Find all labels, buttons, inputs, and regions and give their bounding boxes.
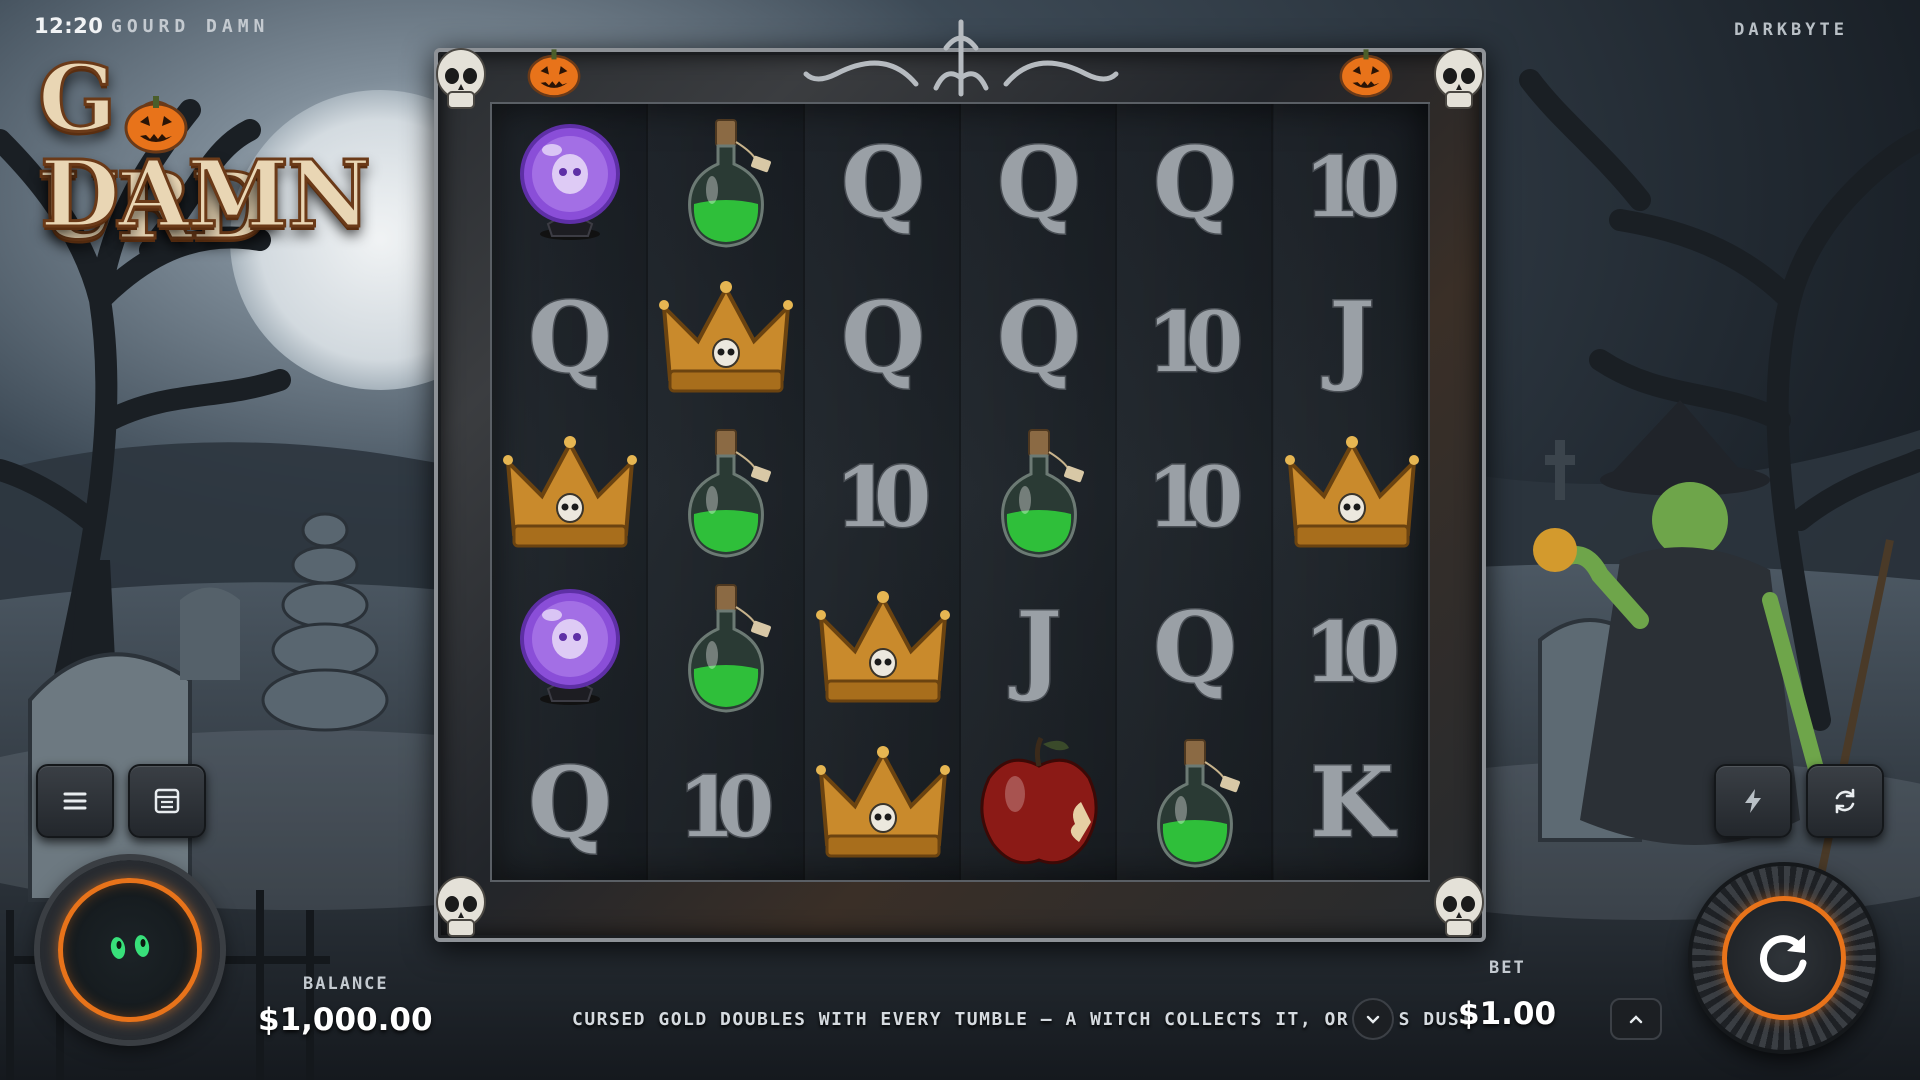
skull-icon bbox=[436, 48, 486, 109]
potion-icon bbox=[654, 109, 799, 254]
svg-text:Q: Q bbox=[528, 281, 612, 394]
svg-text:Q: Q bbox=[1154, 126, 1238, 239]
apple-icon bbox=[967, 730, 1112, 875]
skull-icon bbox=[1434, 876, 1484, 937]
svg-text:10: 10 bbox=[1147, 450, 1243, 546]
menu-button[interactable] bbox=[36, 764, 114, 838]
game-logo: GURD DAMN bbox=[30, 40, 372, 262]
paytable-icon bbox=[154, 788, 180, 814]
game-name: GOURD DAMN bbox=[111, 16, 270, 37]
spin-icon bbox=[1760, 935, 1807, 983]
chevron-up-icon bbox=[1629, 1015, 1643, 1024]
spin-button[interactable] bbox=[1692, 866, 1876, 1050]
reel-2: 10 bbox=[648, 104, 805, 880]
buy-feature-button[interactable] bbox=[40, 860, 220, 1040]
glowing-eyes-icon bbox=[110, 935, 150, 959]
reel-4: QQ J bbox=[960, 104, 1118, 880]
reel-grid: Q Q 10 Q Q 10 Q Q J Q 10 10 Q 10 J 10 K bbox=[490, 102, 1430, 882]
symbol-q: Q bbox=[498, 730, 643, 875]
svg-text:Q: Q bbox=[841, 126, 925, 239]
potion-icon bbox=[967, 419, 1112, 564]
skull-icon bbox=[1434, 48, 1484, 109]
symbol-10: 10 bbox=[1279, 575, 1424, 720]
autoplay-button[interactable] bbox=[1806, 764, 1884, 838]
svg-text:J: J bbox=[1008, 591, 1061, 704]
crystal-ball-icon bbox=[498, 575, 643, 720]
reel-5: Q 10 10 Q bbox=[1117, 104, 1274, 880]
symbol-k: K bbox=[1279, 730, 1424, 875]
logo-letter-g: G bbox=[37, 43, 119, 154]
turbo-icon bbox=[1745, 789, 1761, 813]
symbol-j: J bbox=[1279, 264, 1424, 409]
symbol-q: Q bbox=[810, 264, 955, 409]
svg-text:10: 10 bbox=[1147, 295, 1243, 391]
symbol-10: 10 bbox=[1123, 419, 1268, 564]
potion-icon bbox=[654, 575, 799, 720]
reel-6: 10 J 10 K bbox=[1273, 104, 1430, 880]
crown-icon bbox=[810, 730, 955, 875]
studio-name: DARKBYTE bbox=[1734, 20, 1848, 40]
bet-value: $1.00 bbox=[1458, 996, 1557, 1032]
svg-text:J: J bbox=[1321, 281, 1374, 394]
logo-line-2: DAMN bbox=[38, 139, 372, 250]
info-ticker: CURSED GOLD DOUBLES WITH EVERY TUMBLE — … bbox=[572, 1009, 1473, 1030]
svg-text:Q: Q bbox=[1154, 591, 1238, 704]
fleur-ornament bbox=[803, 19, 1119, 97]
symbol-10: 10 bbox=[1279, 109, 1424, 254]
symbol-q: Q bbox=[967, 109, 1112, 254]
clock: 12:20 bbox=[34, 14, 104, 38]
symbol-q: Q bbox=[810, 109, 955, 254]
svg-text:Q: Q bbox=[997, 281, 1081, 394]
symbol-q: Q bbox=[967, 264, 1112, 409]
turbo-button[interactable] bbox=[1714, 764, 1792, 838]
crown-icon bbox=[654, 264, 799, 409]
chevron-down-icon bbox=[1366, 1015, 1380, 1024]
crystal-ball-icon bbox=[498, 109, 643, 254]
reel-3: Q Q 10 bbox=[804, 104, 961, 880]
pumpkin-icon bbox=[1339, 49, 1393, 98]
svg-text:Q: Q bbox=[528, 746, 612, 859]
symbol-q: Q bbox=[498, 264, 643, 409]
crown-icon bbox=[810, 575, 955, 720]
bet-label: BET bbox=[1489, 958, 1526, 978]
svg-text:10: 10 bbox=[835, 450, 931, 546]
svg-text:10: 10 bbox=[678, 760, 774, 856]
potion-icon bbox=[1123, 730, 1268, 875]
svg-text:10: 10 bbox=[1304, 605, 1400, 701]
balance-value: $1,000.00 bbox=[258, 1002, 433, 1038]
reel-1: QQ bbox=[492, 104, 649, 880]
bet-decrease-button[interactable] bbox=[1352, 998, 1394, 1040]
symbol-q: Q bbox=[1123, 109, 1268, 254]
skull-icon bbox=[436, 876, 486, 937]
paytable-button[interactable] bbox=[128, 764, 206, 838]
potion-icon bbox=[654, 419, 799, 564]
pumpkin-icon bbox=[527, 49, 581, 98]
svg-text:Q: Q bbox=[841, 281, 925, 394]
bet-increase-button[interactable] bbox=[1610, 998, 1662, 1040]
symbol-j: J bbox=[967, 575, 1112, 720]
menu-icon bbox=[63, 792, 87, 810]
svg-text:10: 10 bbox=[1304, 140, 1400, 236]
svg-text:Q: Q bbox=[997, 126, 1081, 239]
symbol-10: 10 bbox=[654, 730, 799, 875]
balance-label: BALANCE bbox=[303, 974, 389, 994]
svg-text:K: K bbox=[1310, 746, 1397, 859]
crown-icon bbox=[1279, 419, 1424, 564]
crown-icon bbox=[498, 419, 643, 564]
spin-button-center bbox=[1722, 896, 1846, 1020]
symbol-10: 10 bbox=[810, 419, 955, 564]
symbol-q: Q bbox=[1123, 575, 1268, 720]
autoplay-icon bbox=[1835, 788, 1855, 814]
symbol-10: 10 bbox=[1123, 264, 1268, 409]
